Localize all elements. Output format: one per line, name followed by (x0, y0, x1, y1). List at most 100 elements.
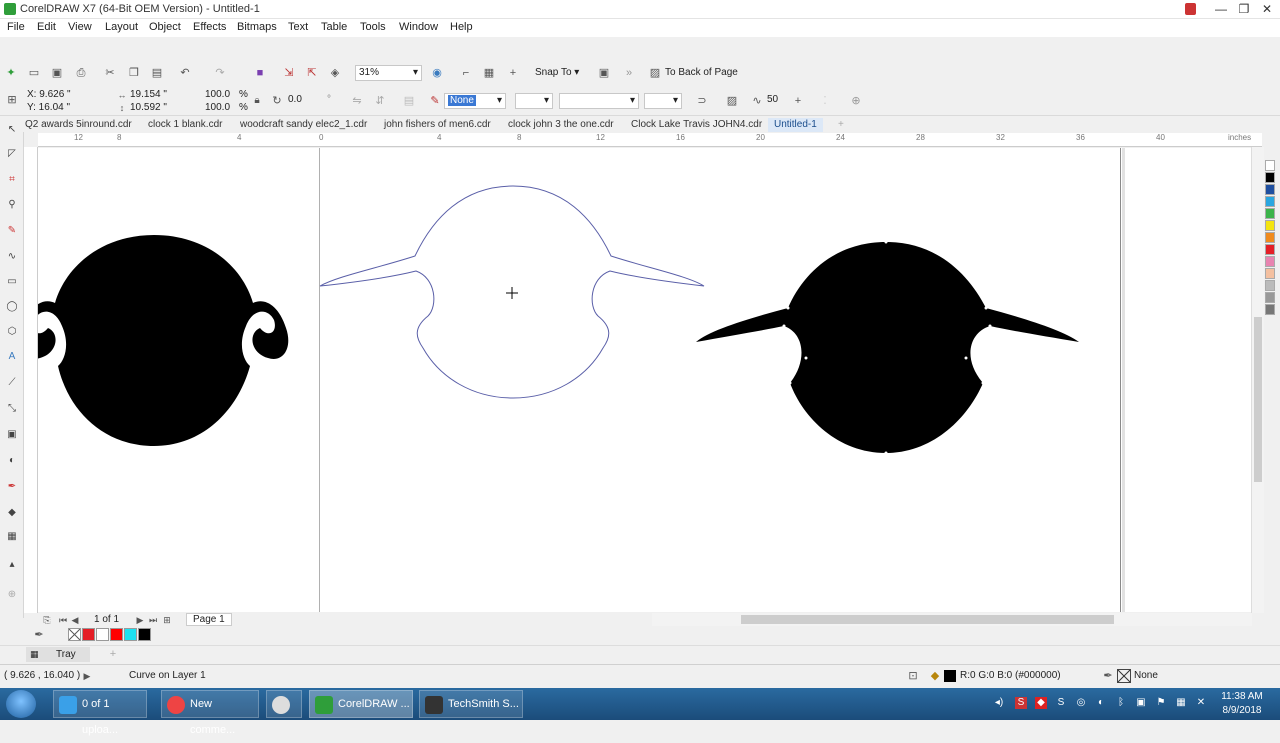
outline-pen-icon[interactable]: ✒ (1101, 669, 1115, 683)
previous-page-icon[interactable]: ◀ (68, 613, 82, 627)
full-screen-preview-icon[interactable]: ◉ (430, 66, 444, 80)
menu-file[interactable]: File (7, 21, 25, 33)
user-account-icon[interactable] (1185, 3, 1196, 15)
vertical-scrollbar[interactable] (1251, 147, 1264, 613)
maximize-button[interactable]: ❐ (1233, 1, 1255, 17)
snap-to-dropdown[interactable]: Snap To ▾ (535, 67, 579, 78)
outline-width-select[interactable]: None ▾ (444, 93, 506, 109)
menu-tools[interactable]: Tools (360, 21, 386, 33)
show-grid-icon[interactable]: ▦ (482, 66, 496, 80)
text-tool-icon[interactable]: A (5, 350, 19, 364)
new-document-icon[interactable]: ✦ (4, 66, 18, 80)
doc-swatch-white[interactable] (96, 628, 109, 641)
undo-icon[interactable]: ↶ (178, 66, 192, 80)
customize-toolbox-icon[interactable]: ⊕ (5, 588, 19, 602)
copy-icon[interactable]: ❐ (127, 66, 141, 80)
export-icon[interactable]: ⇱ (305, 66, 319, 80)
smart-fill-tool-icon[interactable]: ▦ (5, 530, 19, 544)
more-tools-icon[interactable]: » (622, 66, 636, 80)
doc-swatch-black[interactable] (138, 628, 151, 641)
fill-bucket-icon[interactable]: ◆ (928, 669, 942, 683)
tab-document-3[interactable]: woodcraft sandy elec2_1.cdr (240, 118, 367, 132)
doc-swatch-cyan[interactable] (124, 628, 137, 641)
horizontal-scrollbar[interactable] (652, 613, 1252, 626)
to-back-of-page-button[interactable]: To Back of Page (665, 67, 738, 78)
network-icon[interactable]: ▣ (1135, 697, 1147, 709)
wrap-text-icon[interactable]: ▤ (402, 94, 416, 108)
tab-document-1[interactable]: Q2 awards 5inround.cdr (25, 118, 132, 132)
menu-window[interactable]: Window (399, 21, 438, 33)
print-icon[interactable]: ⎙ (74, 66, 88, 80)
volume-icon[interactable]: ◂) (993, 697, 1005, 709)
palette-swatch-yellow[interactable] (1265, 220, 1275, 231)
tray-app-icon[interactable]: S (1015, 697, 1027, 709)
horizontal-ruler[interactable]: 12 8 4 0 4 8 12 16 20 24 28 32 36 40 inc… (38, 133, 1262, 147)
publish-pdf-icon[interactable]: ◈ (328, 66, 342, 80)
mirror-horizontal-icon[interactable]: ⇋ (350, 94, 364, 108)
status-play-icon[interactable]: ▶ (80, 669, 94, 683)
add-page-icon[interactable]: ⊞ (160, 613, 174, 627)
reduce-nodes-icon[interactable]: ⁚ (818, 94, 832, 108)
start-arrowhead-select[interactable]: ▾ (515, 93, 553, 109)
rectangle-tool-icon[interactable]: ▭ (5, 275, 19, 289)
vertical-scroll-thumb[interactable] (1254, 317, 1262, 482)
zoom-tool-icon[interactable]: ⚲ (5, 198, 19, 212)
freehand-tool-icon[interactable]: ✎ (5, 224, 19, 238)
doc-swatch-red-2[interactable] (110, 628, 123, 641)
new-tab-icon[interactable]: + (838, 118, 844, 132)
save-icon[interactable]: ▣ (50, 66, 64, 80)
minimize-button[interactable]: — (1210, 1, 1232, 17)
show-rulers-icon[interactable]: ⌐ (459, 66, 473, 80)
ellipse-tool-icon[interactable]: ◯ (5, 300, 19, 314)
palette-swatch-none[interactable] (1265, 160, 1275, 171)
zoom-level-select[interactable]: 31% ▾ (355, 65, 422, 81)
tray-app-icon-5[interactable]: ◐ (1095, 697, 1107, 709)
tray-app-icon-6[interactable]: ▦ (1175, 697, 1187, 709)
palette-swatch-gray[interactable] (1265, 280, 1275, 291)
close-button[interactable]: ✕ (1256, 1, 1278, 17)
menu-bitmaps[interactable]: Bitmaps (237, 21, 277, 33)
vertical-ruler[interactable] (24, 147, 38, 613)
tab-document-4[interactable]: john fishers of men6.cdr (384, 118, 491, 132)
options-icon[interactable]: ▣ (597, 66, 611, 80)
tray-app-icon-2[interactable]: ◆ (1035, 697, 1047, 709)
curve-smoothing-field[interactable]: 50 (764, 93, 790, 109)
system-clock[interactable]: 11:38 AM 8/9/2018 (1212, 690, 1272, 718)
taskbar-item-ie[interactable]: 0 of 1 uploa... (53, 690, 147, 736)
show-guidelines-icon[interactable]: + (506, 66, 520, 80)
doc-swatch-red[interactable] (82, 628, 95, 641)
tray-app-icon-7[interactable]: ✕ (1195, 697, 1207, 709)
add-tray-icon[interactable]: + (106, 647, 120, 661)
palette-swatch-pink[interactable] (1265, 256, 1275, 267)
pick-tool-icon[interactable]: ↖ (5, 123, 19, 137)
cut-icon[interactable]: ✂ (103, 66, 117, 80)
end-arrowhead-select[interactable]: ▾ (644, 93, 682, 109)
smoothing-slider-icon[interactable]: + (791, 94, 805, 108)
action-center-icon[interactable]: ⚑ (1155, 697, 1167, 709)
tab-document-6[interactable]: Clock Lake Travis JOHN4.cdr (631, 118, 762, 132)
tray-tab[interactable]: ▦ Tray (26, 647, 90, 662)
scale-y-field[interactable]: 100.0 (202, 101, 236, 117)
drawing-canvas[interactable] (38, 148, 1255, 612)
start-button[interactable] (6, 690, 36, 718)
lock-ratio-icon[interactable]: 🔒︎ (250, 94, 264, 108)
redo-icon[interactable]: ↷ (213, 66, 227, 80)
wrap-paragraph-icon[interactable]: ▨ (725, 94, 739, 108)
menu-object[interactable]: Object (149, 21, 181, 33)
y-position-field[interactable]: Y: 16.04 " (24, 101, 106, 117)
tab-document-2[interactable]: clock 1 blank.cdr (148, 118, 222, 132)
to-back-of-page-icon[interactable]: ▨ (648, 66, 662, 80)
close-curve-icon[interactable]: ⊃ (695, 94, 709, 108)
shape-tool-icon[interactable]: ◸ (5, 147, 19, 161)
polygon-tool-icon[interactable]: ⬡ (5, 325, 19, 339)
taskbar-item-coreldraw[interactable]: CorelDRAW ... (309, 690, 413, 718)
palette-swatch-orange[interactable] (1265, 232, 1275, 243)
bluetooth-icon[interactable]: ᛒ (1115, 697, 1127, 709)
mirror-vertical-icon[interactable]: ⇵ (373, 94, 387, 108)
black-scroll-shape[interactable] (38, 235, 289, 446)
artistic-media-tool-icon[interactable]: ∿ (5, 250, 19, 264)
line-style-select[interactable]: ▾ (559, 93, 639, 109)
page-sorter-icon[interactable]: ⎘ (40, 613, 54, 627)
palette-swatch-navy[interactable] (1265, 184, 1275, 195)
paste-icon[interactable]: ▤ (150, 66, 164, 80)
